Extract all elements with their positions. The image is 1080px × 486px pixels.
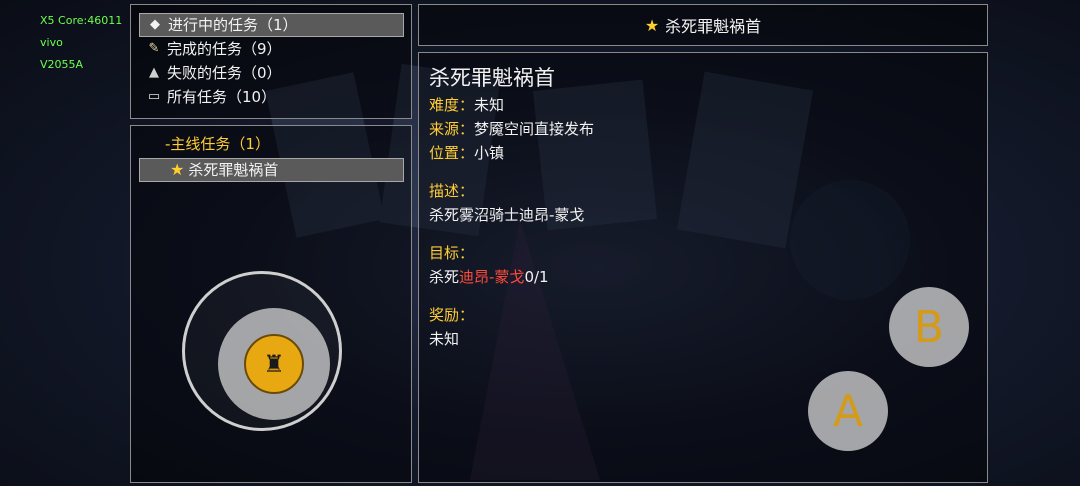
star-icon: ★ (644, 15, 660, 35)
scroll-icon: ✎ (148, 41, 160, 56)
quest-name: 杀死罪魁祸首 (429, 66, 555, 90)
device-info-line: vivo (40, 36, 63, 49)
description-label: 描述： (429, 182, 475, 200)
category-failed[interactable]: ▲ 失败的任务（0） (139, 61, 404, 85)
book-icon: ▭ (147, 89, 161, 104)
category-label: 完成的任务（9） (167, 40, 282, 58)
category-label: 失败的任务（0） (167, 64, 282, 82)
star-icon: ★ (170, 160, 185, 179)
a-button[interactable]: A (808, 371, 888, 451)
quest-detail-header: ★ 杀死罪魁祸首 (418, 4, 988, 46)
objective-target: 迪昂-蒙戈 (459, 268, 525, 286)
category-label: 所有任务（10） (167, 88, 277, 106)
difficulty-row: 难度：未知 (429, 93, 594, 117)
device-info: X5 Core:46011 vivo V2055A (40, 10, 122, 76)
joystick-knob[interactable]: ♜ (244, 334, 304, 394)
joystick-pad[interactable]: ♜ (218, 308, 330, 420)
quest-item-label: 杀死罪魁祸首 (188, 161, 279, 179)
objective-progress: 0/1 (524, 268, 549, 286)
quest-detail-panel: 杀死罪魁祸首 难度：未知 来源：梦魇空间直接发布 位置：小镇 描述： 杀死雾沼骑… (418, 52, 988, 483)
ticket-icon: ◆ (150, 17, 160, 32)
difficulty-value: 未知 (474, 96, 505, 114)
device-info-line: V2055A (40, 58, 84, 71)
description-value: 杀死雾沼骑士迪昂-蒙戈 (429, 206, 585, 224)
category-label: 进行中的任务（1） (168, 16, 298, 34)
helmet-icon: ♜ (263, 350, 285, 378)
reward-label: 奖励： (429, 306, 475, 324)
location-value: 小镇 (474, 144, 505, 162)
source-value: 梦魇空间直接发布 (474, 120, 595, 138)
b-button[interactable]: B (889, 287, 969, 367)
flask-icon: ▲ (149, 65, 159, 80)
quest-group-main[interactable]: -主线任务（1） (159, 132, 399, 156)
quest-item-selected[interactable]: ★ 杀死罪魁祸首 (139, 158, 404, 182)
category-all[interactable]: ▭ 所有任务（10） (139, 85, 404, 109)
objective-row: 杀死迪昂-蒙戈0/1 (429, 265, 594, 289)
category-in-progress[interactable]: ◆ 进行中的任务（1） (139, 13, 404, 37)
quest-category-panel: ◆ 进行中的任务（1） ✎ 完成的任务（9） ▲ 失败的任务（0） ▭ 所有任务… (130, 4, 412, 119)
location-row: 位置：小镇 (429, 141, 594, 165)
a-button-label: A (832, 385, 864, 437)
objective-prefix: 杀死 (429, 268, 460, 286)
location-label: 位置： (429, 144, 475, 162)
b-button-label: B (913, 301, 945, 353)
objective-label: 目标： (429, 244, 475, 262)
quest-group-label: -主线任务（1） (165, 135, 270, 153)
difficulty-label: 难度： (429, 96, 475, 114)
category-completed[interactable]: ✎ 完成的任务（9） (139, 37, 404, 61)
reward-value: 未知 (429, 330, 460, 348)
source-row: 来源：梦魇空间直接发布 (429, 117, 594, 141)
quest-header-title: 杀死罪魁祸首 (665, 17, 762, 36)
source-label: 来源： (429, 120, 475, 138)
device-info-line: X5 Core:46011 (40, 14, 123, 27)
